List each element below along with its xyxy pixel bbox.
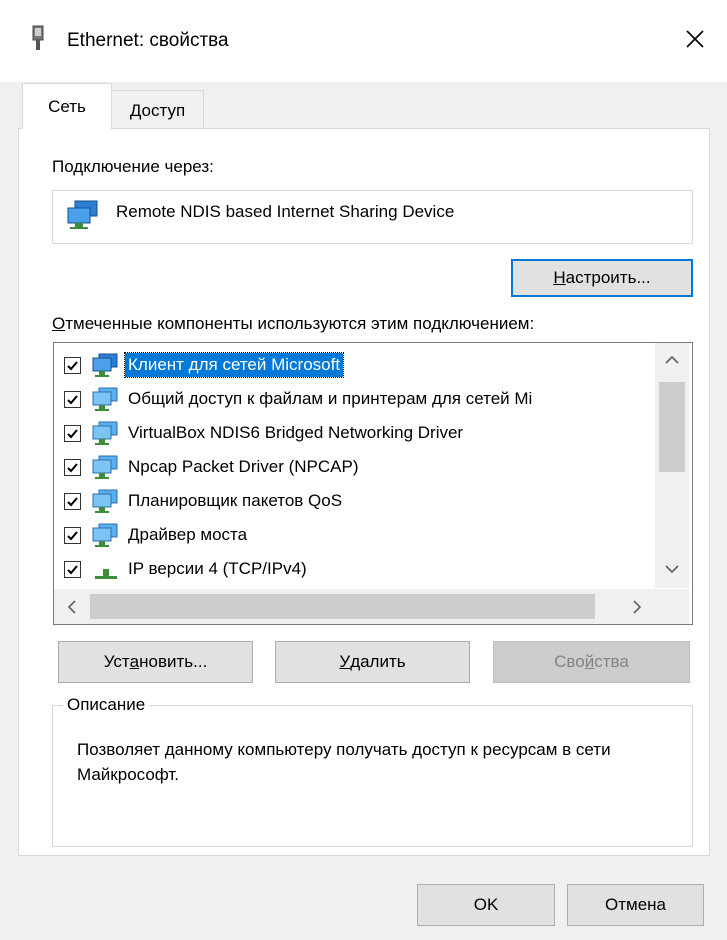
install-button[interactable]: Уст а новить... xyxy=(58,641,253,683)
network-service-icon xyxy=(89,520,123,550)
checkbox[interactable] xyxy=(64,424,81,442)
scrollbar-corner xyxy=(655,589,689,624)
checkbox[interactable] xyxy=(64,356,81,374)
network-service-icon xyxy=(89,486,123,516)
list-item[interactable]: Планировщик пакетов QoS xyxy=(64,484,345,518)
network-protocol-icon xyxy=(89,554,123,584)
list-item[interactable]: Общий доступ к файлам и принтерам для се… xyxy=(64,382,535,416)
ok-button[interactable]: OK xyxy=(417,884,555,926)
network-service-icon xyxy=(89,452,123,482)
properties-button-prefix: Сво xyxy=(554,652,585,671)
list-item-label: Драйвер моста xyxy=(128,525,248,544)
checkbox[interactable] xyxy=(64,560,81,578)
remove-button-accel: У xyxy=(339,652,351,671)
configure-button-rest: астроить... xyxy=(565,268,651,287)
install-button-accel: а xyxy=(129,652,140,671)
list-item[interactable]: Клиент для сетей Microsoft xyxy=(64,348,345,382)
checkbox[interactable] xyxy=(64,492,81,510)
description-text: Позволяет данному компьютеру получать до… xyxy=(77,740,611,784)
tab-network[interactable]: Сеть xyxy=(22,83,112,129)
configure-button[interactable]: Настроить... xyxy=(511,259,693,297)
remove-button[interactable]: Удалить xyxy=(275,641,470,683)
checkbox[interactable] xyxy=(64,526,81,544)
network-adapter-icon xyxy=(28,24,48,52)
install-button-prefix: Уст xyxy=(103,652,130,671)
properties-button-rest: ства xyxy=(594,652,629,671)
list-item-label: Общий доступ к файлам и принтерам для се… xyxy=(128,389,533,408)
window-title: Ethernet: свойства xyxy=(67,30,229,51)
connect-using-label: Подключение через: xyxy=(52,157,214,176)
configure-button-accel: Н xyxy=(553,268,566,287)
properties-button-accel: й xyxy=(584,652,595,671)
list-item-label: VirtualBox NDIS6 Bridged Networking Driv… xyxy=(128,423,464,442)
horizontal-scroll-thumb[interactable] xyxy=(90,594,595,619)
properties-button[interactable]: Сво й ства xyxy=(493,641,690,683)
vertical-scroll-thumb[interactable] xyxy=(659,382,685,472)
scroll-down-icon[interactable] xyxy=(655,552,689,586)
network-client-icon xyxy=(89,350,123,380)
list-item[interactable]: VirtualBox NDIS6 Bridged Networking Driv… xyxy=(64,416,466,450)
connection-device-name: Remote NDIS based Internet Sharing Devic… xyxy=(116,202,455,221)
components-label-rest: тмеченные компоненты используются этим п… xyxy=(65,314,535,333)
components-list[interactable]: Клиент для сетей Microsoft Общий доступ … xyxy=(53,342,693,625)
checkbox[interactable] xyxy=(64,458,81,476)
list-item-label: Npcap Packet Driver (NPCAP) xyxy=(128,457,359,476)
list-item-label: Клиент для сетей Microsoft xyxy=(123,352,345,378)
close-icon xyxy=(685,29,705,54)
network-service-icon xyxy=(89,418,123,448)
scroll-left-icon[interactable] xyxy=(56,589,88,624)
list-item[interactable]: IP версии 4 (TCP/IPv4) xyxy=(64,552,310,586)
list-item[interactable]: Драйвер моста xyxy=(64,518,250,552)
list-item[interactable]: Npcap Packet Driver (NPCAP) xyxy=(64,450,362,484)
install-button-rest: новить... xyxy=(139,652,208,671)
remove-button-rest: далить xyxy=(350,652,406,671)
list-item-label: IP версии 4 (TCP/IPv4) xyxy=(128,559,307,578)
checkbox[interactable] xyxy=(64,390,81,408)
network-adapter-icon xyxy=(66,199,100,231)
description-legend: Описание xyxy=(63,695,150,715)
close-button[interactable] xyxy=(670,16,720,66)
cancel-button[interactable]: Отмена xyxy=(567,884,704,926)
tab-sharing[interactable]: Доступ xyxy=(112,90,204,128)
scroll-up-icon[interactable] xyxy=(655,343,689,377)
list-item-label: Планировщик пакетов QoS xyxy=(128,491,343,510)
components-label-accel: О xyxy=(52,314,66,333)
components-label: Отмеченные компоненты используются этим … xyxy=(52,314,534,334)
network-service-icon xyxy=(89,384,123,414)
scroll-right-icon[interactable] xyxy=(620,589,654,624)
